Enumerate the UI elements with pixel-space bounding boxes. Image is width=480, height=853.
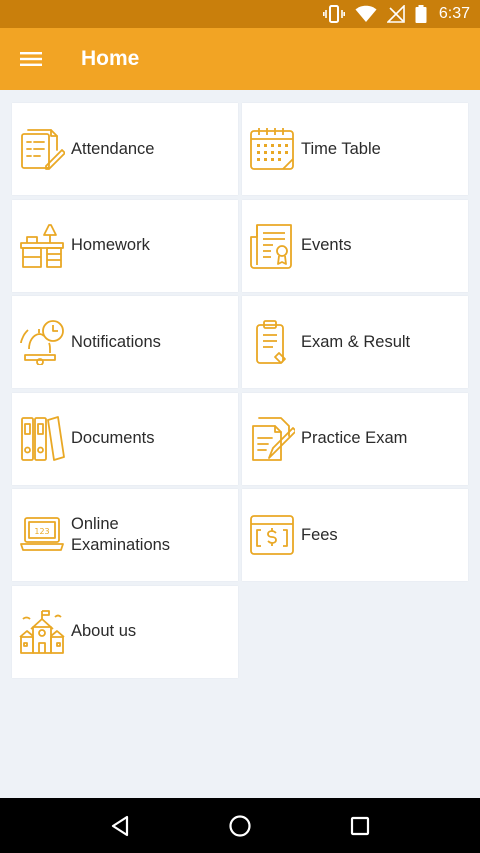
attendance-icon [19, 126, 65, 172]
wifi-icon [355, 5, 377, 23]
tile-label: Online Examinations [71, 515, 171, 554]
home-icon[interactable] [220, 806, 260, 846]
desk-lamp-icon [19, 223, 65, 269]
tile-about-us[interactable]: About us [12, 585, 238, 678]
tile-label: Documents [71, 429, 155, 447]
tile-practice-exam[interactable]: Practice Exam [242, 392, 468, 485]
tile-homework[interactable]: Homework [12, 199, 238, 292]
tile-label: Exam & Result [301, 332, 411, 351]
tile-label: Attendance [71, 139, 155, 158]
tile-label: Homework [71, 236, 150, 254]
svg-text:123: 123 [34, 527, 49, 536]
tile-label: Events [301, 236, 352, 254]
app-bar: Home [0, 28, 480, 90]
tile-fees[interactable]: Fees [242, 489, 468, 581]
laptop-icon: 123 [19, 512, 65, 558]
money-icon [249, 512, 295, 558]
tile-attendance[interactable]: Attendance [12, 103, 238, 195]
tile-label: About us [71, 622, 137, 640]
back-icon[interactable] [100, 806, 140, 846]
tile-documents[interactable]: Documents [12, 392, 238, 485]
binders-icon [19, 415, 65, 462]
status-time: 6:37 [438, 5, 470, 22]
status-bar: 6:37 [0, 0, 480, 28]
tile-label: Notifications [71, 332, 161, 351]
menu-grid: Attendance Time Table Homework Events No… [12, 103, 468, 678]
tile-label: Fees [301, 525, 338, 544]
certificate-icon [249, 223, 295, 269]
clipboard-icon [249, 319, 295, 365]
tile-label: Time Table [301, 139, 381, 158]
recents-icon[interactable] [340, 806, 380, 846]
tile-events[interactable]: Events [242, 199, 468, 292]
calendar-icon [249, 126, 295, 172]
no-signal-icon [386, 5, 405, 23]
battery-icon [415, 5, 427, 23]
tile-label: Practice Exam [301, 429, 408, 447]
school-icon [19, 609, 65, 655]
hamburger-menu-icon[interactable] [0, 28, 62, 90]
bell-clock-icon [19, 319, 65, 365]
page-title: Home [81, 47, 140, 70]
tile-notifications[interactable]: Notifications [12, 296, 238, 388]
vibrate-icon [322, 5, 345, 23]
paper-pen-icon [249, 416, 295, 462]
system-nav-bar [0, 798, 480, 853]
tile-online-examinations[interactable]: 123 Online Examinations [12, 489, 238, 581]
tile-exam-result[interactable]: Exam & Result [242, 296, 468, 388]
tile-time-table[interactable]: Time Table [242, 103, 468, 195]
